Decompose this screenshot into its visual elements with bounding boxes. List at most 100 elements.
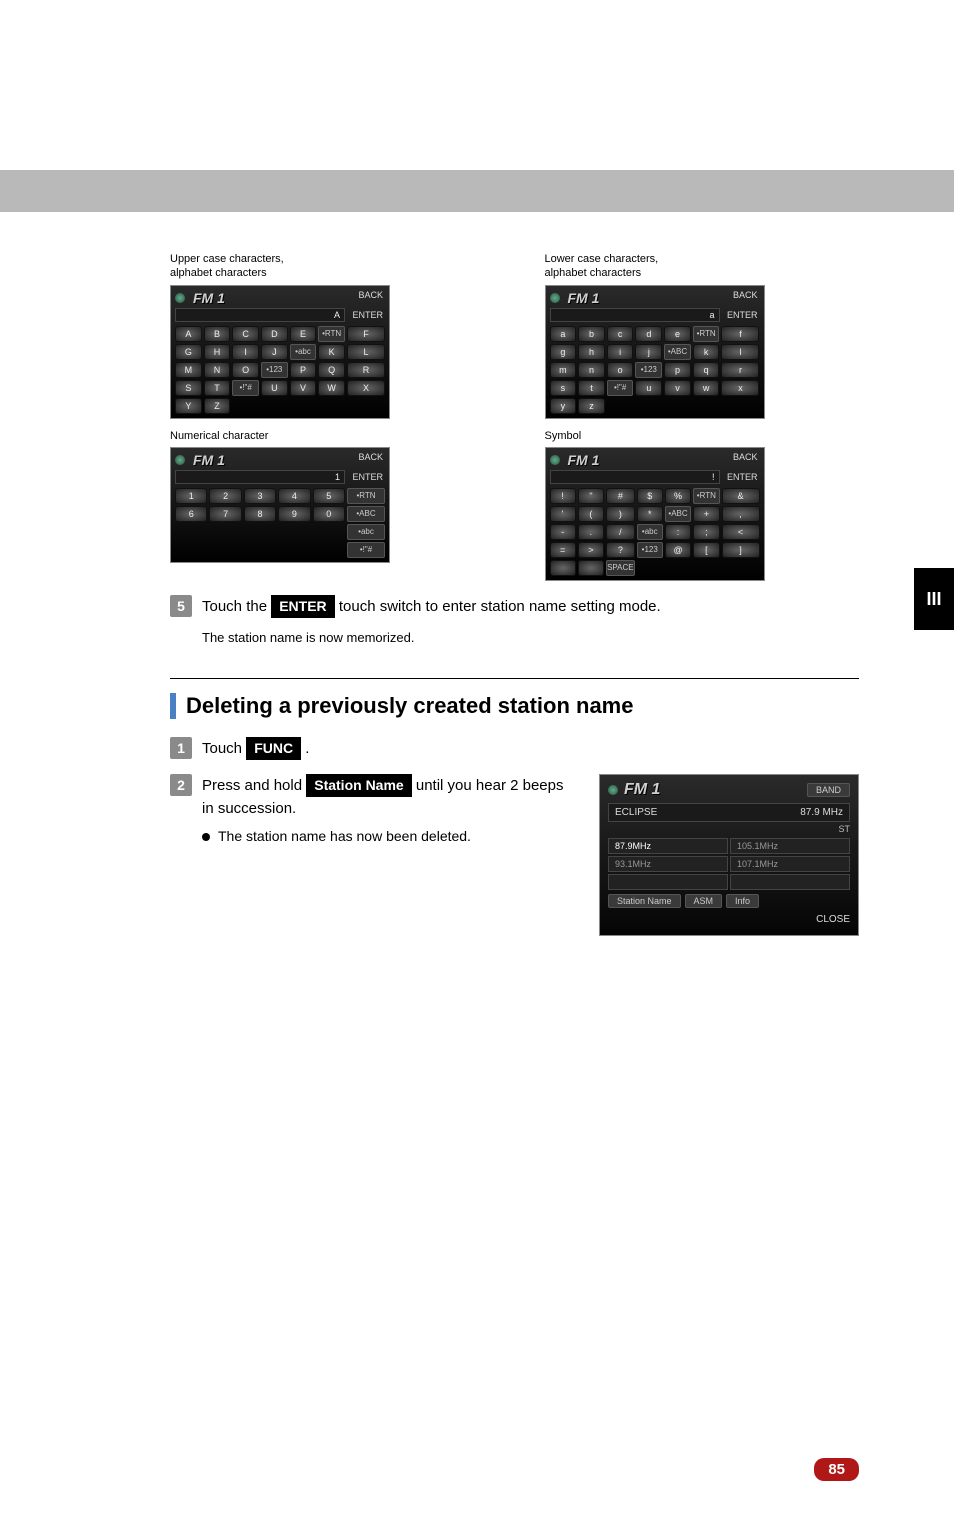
kb-key[interactable]: K xyxy=(318,344,345,360)
kb-key[interactable]: + xyxy=(693,506,719,522)
kb-key[interactable]: g xyxy=(550,344,577,360)
kb-key[interactable]: J xyxy=(261,344,288,360)
kb-key[interactable]: a xyxy=(550,326,577,342)
kb-key[interactable]: r xyxy=(721,362,759,378)
kb-key[interactable]: Z xyxy=(204,398,231,414)
kb-key[interactable]: D xyxy=(261,326,288,342)
enter-label[interactable]: ENTER xyxy=(727,472,758,482)
info-button[interactable]: Info xyxy=(726,894,759,908)
kb-mode-key[interactable]: •RTN xyxy=(318,326,345,342)
kb-key[interactable]: M xyxy=(175,362,202,378)
kb-key[interactable]: c xyxy=(607,326,634,342)
kb-key[interactable]: R xyxy=(347,362,385,378)
kb-key[interactable]: E xyxy=(290,326,317,342)
kb-key[interactable]: V xyxy=(290,380,317,396)
kb-mode-key[interactable]: •abc xyxy=(637,524,663,540)
kb-key[interactable]: < xyxy=(722,524,760,540)
kb-key[interactable]: ? xyxy=(606,542,635,558)
kb-key[interactable]: o xyxy=(607,362,634,378)
kb-key[interactable]: [ xyxy=(693,542,719,558)
kb-key[interactable]: B xyxy=(204,326,231,342)
kb-key[interactable]: s xyxy=(550,380,577,396)
kb-key[interactable]: d xyxy=(635,326,662,342)
kb-key[interactable]: 8 xyxy=(244,506,276,522)
kb-key[interactable]: A xyxy=(175,326,202,342)
kb-mode-key[interactable]: •RTN xyxy=(693,488,719,504)
preset-button[interactable]: 107.1MHz xyxy=(730,856,850,872)
enter-label[interactable]: ENTER xyxy=(727,310,758,320)
kb-key[interactable]: C xyxy=(232,326,259,342)
back-label[interactable]: BACK xyxy=(733,452,758,462)
kb-mode-key[interactable]: •!"# xyxy=(347,542,385,558)
kb-key[interactable]: v xyxy=(664,380,691,396)
kb-key[interactable]: u xyxy=(635,380,662,396)
kb-key[interactable]: h xyxy=(578,344,605,360)
kb-mode-key[interactable]: •123 xyxy=(637,542,663,558)
kb-mode-key[interactable]: SPACE xyxy=(606,560,635,576)
kb-key[interactable]: Y xyxy=(175,398,202,414)
enter-label[interactable]: ENTER xyxy=(352,310,383,320)
kb-key[interactable]: W xyxy=(318,380,345,396)
close-button[interactable]: CLOSE xyxy=(608,914,850,925)
kb-mode-key[interactable]: •!"# xyxy=(607,380,634,396)
kb-key[interactable]: 5 xyxy=(313,488,345,504)
kb-mode-key[interactable]: •!"# xyxy=(232,380,259,396)
back-label[interactable]: BACK xyxy=(733,290,758,300)
preset-button[interactable] xyxy=(730,874,850,890)
kb-key[interactable]: > xyxy=(578,542,604,558)
kb-key[interactable]: 2 xyxy=(209,488,241,504)
kb-key[interactable]: ! xyxy=(550,488,576,504)
kb-key[interactable]: U xyxy=(261,380,288,396)
kb-key[interactable]: j xyxy=(635,344,662,360)
kb-key[interactable]: i xyxy=(607,344,634,360)
kb-key[interactable]: 4 xyxy=(278,488,310,504)
kb-key[interactable]: ( xyxy=(578,506,604,522)
kb-key[interactable]: * xyxy=(637,506,663,522)
preset-button[interactable] xyxy=(608,874,728,890)
enter-label[interactable]: ENTER xyxy=(352,472,383,482)
kb-key[interactable]: # xyxy=(606,488,635,504)
back-label[interactable]: BACK xyxy=(358,290,383,300)
kb-key[interactable]: 6 xyxy=(175,506,207,522)
kb-key[interactable]: w xyxy=(693,380,720,396)
kb-key[interactable]: 1 xyxy=(175,488,207,504)
kb-key[interactable]: % xyxy=(665,488,691,504)
kb-mode-key[interactable]: •RTN xyxy=(693,326,720,342)
kb-key[interactable]: P xyxy=(290,362,317,378)
kb-key[interactable]: . xyxy=(578,524,604,540)
kb-mode-key[interactable]: •123 xyxy=(635,362,662,378)
kb-key[interactable]: I xyxy=(232,344,259,360)
kb-key[interactable]: S xyxy=(175,380,202,396)
preset-button[interactable]: 87.9MHz xyxy=(608,838,728,854)
kb-key[interactable]: f xyxy=(721,326,759,342)
back-label[interactable]: BACK xyxy=(358,452,383,462)
kb-key[interactable] xyxy=(550,560,576,576)
kb-key[interactable]: y xyxy=(550,398,577,414)
kb-key[interactable]: t xyxy=(578,380,605,396)
kb-key[interactable]: ' xyxy=(550,506,576,522)
kb-key[interactable]: 9 xyxy=(278,506,310,522)
kb-key[interactable]: b xyxy=(578,326,605,342)
kb-key[interactable]: x xyxy=(721,380,759,396)
kb-key[interactable]: q xyxy=(693,362,720,378)
kb-key[interactable]: $ xyxy=(637,488,663,504)
kb-key[interactable]: n xyxy=(578,362,605,378)
kb-key[interactable]: k xyxy=(693,344,720,360)
kb-key[interactable]: O xyxy=(232,362,259,378)
kb-key[interactable]: F xyxy=(347,326,385,342)
kb-mode-key[interactable]: •RTN xyxy=(347,488,385,504)
kb-key[interactable]: = xyxy=(550,542,576,558)
kb-mode-key[interactable]: •ABC xyxy=(347,506,385,522)
kb-key[interactable]: L xyxy=(347,344,385,360)
kb-key[interactable]: G xyxy=(175,344,202,360)
kb-key[interactable]: X xyxy=(347,380,385,396)
kb-key[interactable]: , xyxy=(722,506,760,522)
kb-key[interactable]: @ xyxy=(665,542,691,558)
kb-key[interactable]: 0 xyxy=(313,506,345,522)
band-button[interactable]: BAND xyxy=(807,783,850,797)
kb-key[interactable] xyxy=(578,560,604,576)
kb-key[interactable]: / xyxy=(606,524,635,540)
preset-button[interactable]: 93.1MHz xyxy=(608,856,728,872)
kb-key[interactable]: 7 xyxy=(209,506,241,522)
kb-key[interactable]: ] xyxy=(722,542,760,558)
